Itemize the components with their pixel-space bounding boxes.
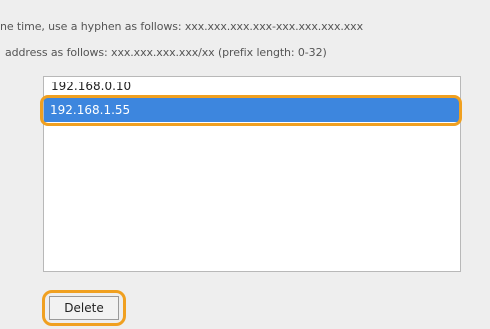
instruction-range-text: ne time, use a hyphen as follows: xxx.xx…	[0, 20, 363, 33]
address-list[interactable]: 192.168.0.10 192.168.1.55	[43, 76, 461, 272]
instruction-prefix-text: address as follows: xxx.xxx.xxx.xxx/xx (…	[5, 46, 327, 59]
list-item-selected[interactable]: 192.168.1.55	[44, 98, 460, 122]
list-item[interactable]: 192.168.0.10	[45, 82, 459, 96]
delete-button[interactable]: Delete	[49, 296, 119, 320]
